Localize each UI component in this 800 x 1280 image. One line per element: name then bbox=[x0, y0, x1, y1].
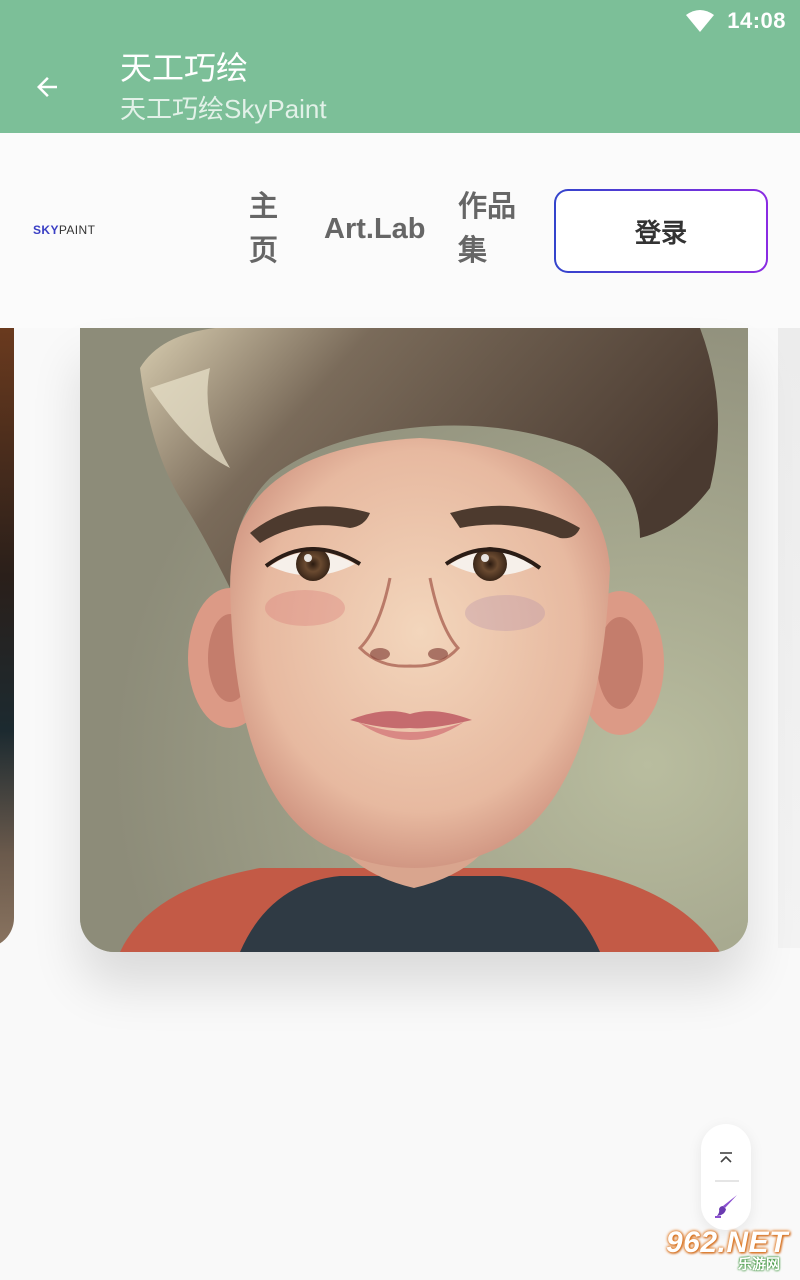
carousel-prev-card[interactable] bbox=[0, 328, 14, 948]
floating-toolbar bbox=[701, 1124, 751, 1230]
status-bar: 14:08 bbox=[685, 6, 786, 36]
app-header: 14:08 天工巧绘 天工巧绘SkyPaint bbox=[0, 0, 800, 133]
portrait-image bbox=[80, 328, 748, 952]
logo-paint-text: PAINT bbox=[58, 223, 96, 237]
scroll-to-top-button[interactable] bbox=[701, 1140, 751, 1176]
site-nav: SKY PAINT 主页 Art.Lab 作品集 登录 bbox=[0, 133, 800, 328]
login-button[interactable]: 登录 bbox=[554, 189, 768, 273]
toolbar-divider bbox=[715, 1180, 739, 1182]
carousel-next-card[interactable] bbox=[778, 328, 800, 948]
watermark-sub-text: 乐游网 bbox=[738, 1256, 780, 1272]
nav-link-gallery[interactable]: 作品集 bbox=[458, 185, 518, 273]
nav-link-artlab[interactable]: Art.Lab bbox=[324, 207, 426, 251]
logo-sky-text: SKY bbox=[33, 223, 59, 237]
app-subtitle: 天工巧绘SkyPaint bbox=[120, 94, 327, 124]
paintbrush-icon bbox=[715, 1195, 737, 1218]
back-button[interactable] bbox=[22, 62, 72, 112]
carousel-main-card[interactable] bbox=[80, 328, 748, 952]
app-title: 天工巧绘 bbox=[120, 50, 249, 86]
arrow-left-icon bbox=[37, 77, 57, 97]
status-time: 14:08 bbox=[727, 8, 786, 33]
image-carousel[interactable] bbox=[0, 328, 800, 1028]
site-watermark: 962.NET 乐游网 bbox=[660, 1226, 796, 1276]
chevron-up-bar-icon bbox=[720, 1152, 732, 1163]
nav-link-home[interactable]: 主页 bbox=[249, 185, 279, 273]
paint-button[interactable] bbox=[701, 1186, 751, 1226]
wifi-icon bbox=[686, 10, 715, 32]
site-logo[interactable]: SKY PAINT bbox=[33, 223, 95, 237]
